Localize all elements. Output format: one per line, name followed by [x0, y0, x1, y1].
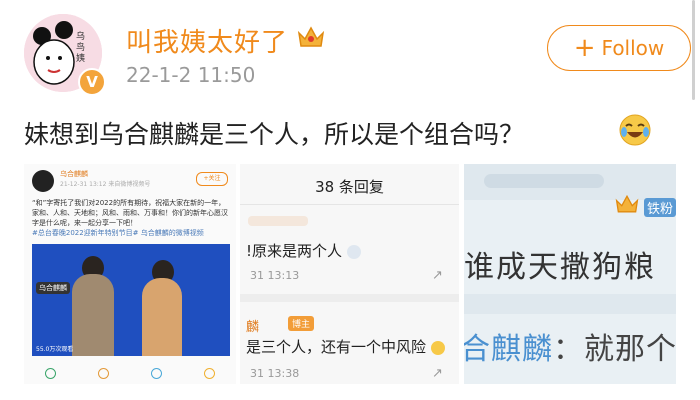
- reply-time-1: 31 13:13: [250, 269, 300, 282]
- emoji-icon: [346, 244, 361, 259]
- embedded-action-bar: [24, 364, 236, 382]
- divider: [240, 294, 459, 302]
- blurred-text: [484, 174, 604, 188]
- reply-text-2: 是三个人，还有一个中风险: [246, 336, 445, 357]
- comment-icon: [151, 367, 162, 379]
- divider: [240, 204, 459, 205]
- account-avatar: [32, 170, 54, 192]
- video-label: 乌合麒麟: [36, 282, 70, 294]
- comment-line-2: 合麒麟：就那个高: [464, 332, 676, 367]
- crown-icon: [615, 194, 639, 213]
- username[interactable]: 叫我姨太好了: [126, 22, 288, 59]
- attached-image-2[interactable]: 38 条回复 !原来是两个人 31 13:13 ↗ 麟 博主 是三个人，还有一个…: [240, 164, 459, 384]
- reply-time-2: 31 13:38: [250, 367, 300, 380]
- attached-image-1[interactable]: 乌合麒麟 21-12-31 13:12 来自微博视频号 +关注 “和”字寄托了我…: [24, 164, 236, 384]
- replies-title: 38 条回复: [315, 178, 384, 196]
- follow-button[interactable]: + Follow: [547, 25, 691, 71]
- avatar-text: 乌鸟姨: [76, 32, 86, 64]
- embedded-post-body: “和”字寄托了我们对2022的所有期待，祝福大家在新的一年，家和、人和、天地和；…: [32, 199, 228, 227]
- account-name: 乌合麒麟: [60, 170, 88, 178]
- account-meta: 21-12-31 13:12 来自微博视频号: [60, 181, 151, 188]
- follow-label: Follow: [601, 36, 665, 60]
- comment-line-1: 谁成天撒狗粮: [464, 250, 656, 285]
- share-icon: [45, 367, 56, 379]
- fan-badge: 铁粉: [644, 198, 676, 217]
- post-text: 妹想到乌合麒麟是三个人，所以是个组合吗？: [24, 120, 525, 149]
- scrollbar[interactable]: [692, 0, 695, 100]
- crown-icon: [297, 26, 325, 47]
- post-timestamp: 22-1-2 11:50: [126, 63, 256, 87]
- verified-badge-icon: V: [78, 68, 106, 96]
- repost-icon: [98, 367, 109, 379]
- blurred-band: [464, 294, 676, 314]
- reply-text-1: !原来是两个人: [246, 240, 361, 261]
- attached-image-3[interactable]: 铁粉 谁成天撒狗粮 合麒麟：就那个高: [464, 164, 676, 384]
- author-badge: 博主: [288, 316, 315, 331]
- reply-author: 麟: [246, 320, 260, 335]
- plus-icon: +: [573, 33, 596, 63]
- embedded-video-thumbnail: 乌合麒麟 55.0万次观看: [32, 244, 230, 356]
- share-icon: ↗: [432, 366, 443, 381]
- embedded-follow-button: +关注: [196, 172, 228, 186]
- embedded-post-tags: #总台春晚2022迎新年特别节目# 乌合麒麟的微博视频: [32, 229, 204, 237]
- emoji-icon: [430, 340, 445, 355]
- like-icon: [204, 367, 215, 379]
- share-icon: ↗: [432, 268, 443, 283]
- blurred-username: [248, 216, 308, 226]
- view-count: 55.0万次观看: [36, 346, 74, 353]
- laugh-cry-emoji-icon: [619, 114, 651, 146]
